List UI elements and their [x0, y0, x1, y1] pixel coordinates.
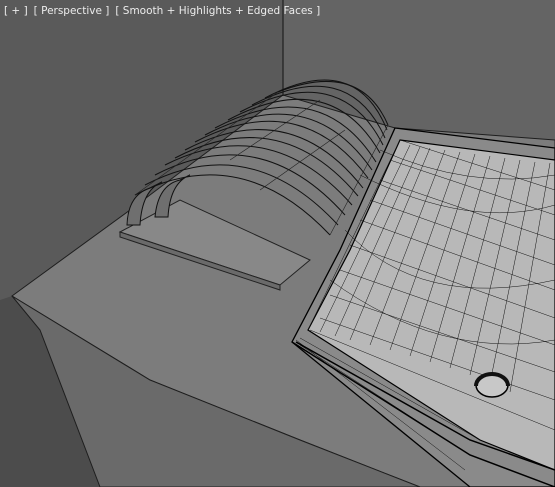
- perspective-viewport[interactable]: [ + ] [ Perspective ] [ Smooth + Highlig…: [0, 0, 555, 487]
- viewport-label-bar: [ + ] [ Perspective ] [ Smooth + Highlig…: [3, 3, 321, 19]
- viewport-menu-plus[interactable]: [ + ]: [3, 5, 29, 17]
- viewport-menu-shading[interactable]: [ Smooth + Highlights + Edged Faces ]: [114, 5, 321, 17]
- drain-plug[interactable]: [474, 372, 510, 398]
- viewport-menu-point-of-view[interactable]: [ Perspective ]: [33, 5, 111, 17]
- scene-render[interactable]: [0, 0, 555, 487]
